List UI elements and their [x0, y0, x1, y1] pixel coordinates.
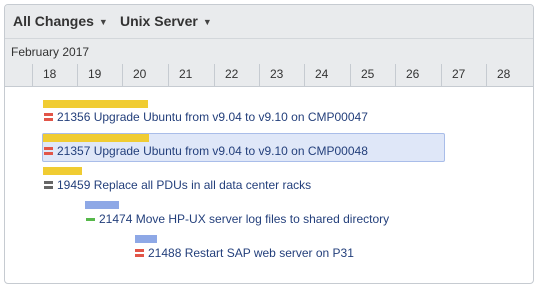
day-label: 21	[179, 67, 193, 81]
priority-medium-icon	[44, 181, 53, 189]
task-label: 21357 Upgrade Ubuntu from v9.04 to v9.10…	[57, 144, 368, 158]
priority-high-icon	[135, 249, 144, 257]
task-label: 19459 Replace all PDUs in all data cente…	[57, 178, 312, 192]
task-label: 21488 Restart SAP web server on P31	[148, 246, 354, 260]
task-bar-21357[interactable]	[43, 134, 149, 142]
task-label: 21474 Move HP-UX server log files to sha…	[99, 212, 390, 226]
day-cell: 18	[32, 64, 77, 86]
gantt-body: 21356 Upgrade Ubuntu from v9.04 to v9.10…	[5, 87, 533, 283]
day-cell: 24	[304, 64, 350, 86]
chevron-down-icon: ▼	[98, 17, 108, 27]
day-label: 18	[43, 67, 57, 81]
month-header: February 2017	[5, 39, 533, 64]
day-label: 20	[133, 67, 147, 81]
day-label: 26	[406, 67, 420, 81]
filter-toolbar: All Changes ▼ Unix Server ▼	[5, 5, 533, 39]
task-bar-21474[interactable]	[85, 201, 119, 209]
day-label: 27	[452, 67, 466, 81]
day-cell: 26	[395, 64, 441, 86]
month-label: February 2017	[11, 45, 90, 59]
day-label: 23	[270, 67, 284, 81]
day-cell: 25	[350, 64, 395, 86]
priority-high-icon	[44, 113, 53, 121]
day-cell: 28	[486, 64, 533, 86]
day-header: 18 19 20 21 22 23 24 25 26 27 28	[5, 64, 533, 87]
day-cell: 27	[441, 64, 486, 86]
day-label: 19	[88, 67, 102, 81]
server-filter-label: Unix Server	[120, 13, 198, 29]
day-label: 28	[497, 67, 511, 81]
change-gantt-panel: All Changes ▼ Unix Server ▼ February 2017 …	[4, 4, 534, 284]
changes-filter-dropdown[interactable]: All Changes ▼	[13, 13, 108, 29]
server-filter-dropdown[interactable]: Unix Server ▼	[120, 13, 212, 29]
day-cell: 19	[77, 64, 122, 86]
day-cell: 22	[214, 64, 259, 86]
chevron-down-icon: ▼	[202, 17, 212, 27]
changes-filter-label: All Changes	[13, 13, 94, 29]
day-label: 24	[315, 67, 329, 81]
task-bar-19459[interactable]	[43, 167, 82, 175]
day-label: 25	[361, 67, 375, 81]
task-bar-21488[interactable]	[135, 235, 157, 243]
priority-low-icon	[86, 218, 95, 221]
day-cell: 21	[168, 64, 214, 86]
priority-high-icon	[44, 147, 53, 155]
task-bar-21356[interactable]	[43, 100, 148, 108]
day-cell: 20	[122, 64, 168, 86]
day-cell: 23	[259, 64, 304, 86]
day-label: 22	[225, 67, 239, 81]
task-label: 21356 Upgrade Ubuntu from v9.04 to v9.10…	[57, 110, 368, 124]
